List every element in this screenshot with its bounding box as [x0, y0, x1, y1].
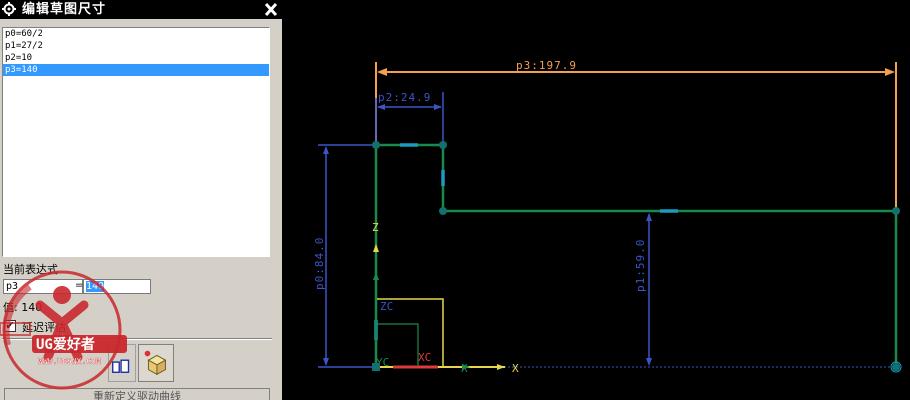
segment-markers	[374, 143, 678, 340]
dimension-p0-label[interactable]: p0:84.0	[313, 237, 326, 290]
x-axis[interactable]	[376, 364, 505, 370]
sketch-canvas[interactable]: p3:197.9 p2:24.9 p0:84.0 p1:59.0 Z ZC YC…	[282, 0, 910, 400]
dialog-title: 编辑草图尺寸	[22, 2, 107, 17]
expression-item-p1[interactable]: p1=27/2	[3, 40, 269, 52]
gear-icon[interactable]	[2, 1, 16, 17]
origin-marker[interactable]	[372, 363, 380, 371]
dialog-title-bar: 编辑草图尺寸	[0, 0, 282, 19]
axis-z-label: Z	[372, 221, 379, 234]
axis-x-label-green: X	[461, 362, 468, 375]
axis-xc-label: XC	[418, 351, 431, 364]
dimension-p2-label[interactable]: p2:24.9	[378, 91, 431, 104]
dimension-p1-label[interactable]: p1:59.0	[634, 239, 647, 292]
expression-item-p2[interactable]: p2=10	[3, 52, 269, 64]
dimension-p3[interactable]	[375, 62, 897, 208]
expression-list[interactable]: p0=60/2 p1=27/2 p2=10 p3=140	[2, 27, 270, 257]
z-axis[interactable]	[373, 235, 379, 367]
ugsnx-watermark-logo: UG爱好者 WWW.UGSNX.COM	[0, 270, 127, 390]
dimension-p0[interactable]	[318, 144, 376, 368]
close-icon[interactable]	[262, 1, 280, 18]
axis-zc-label: ZC	[380, 300, 393, 313]
expression-item-p3[interactable]: p3=140	[3, 64, 269, 76]
edit-sketch-dimensions-dialog: 编辑草图尺寸 p0=60/2 p1=27/2 p2=10 p3=140 当前表达…	[0, 0, 282, 400]
expression-item-p0[interactable]: p0=60/2	[3, 28, 269, 40]
axis-x-label-yellow: X	[512, 362, 519, 375]
watermark-url: WWW.UGSNX.COM	[38, 357, 101, 366]
watermark-brand: UG爱好者	[36, 336, 95, 353]
dimension-p3-label[interactable]: p3:197.9	[516, 59, 577, 72]
